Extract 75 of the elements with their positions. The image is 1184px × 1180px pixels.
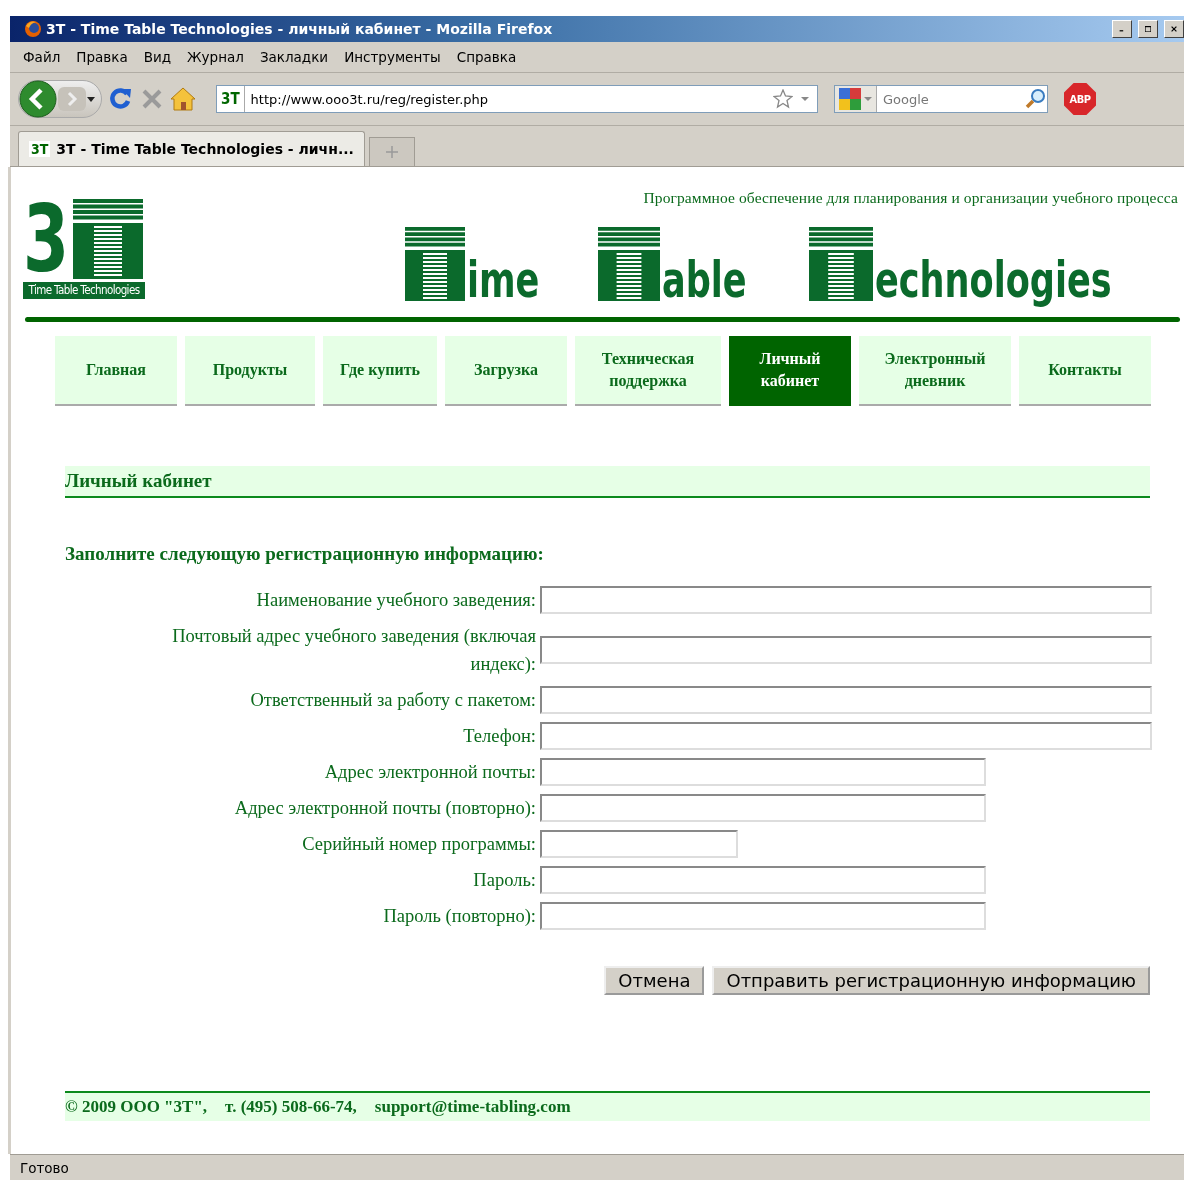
nav-tab[interactable]: Контакты bbox=[1019, 336, 1151, 406]
status-text: Готово bbox=[20, 1159, 69, 1176]
dropdown-caret-icon bbox=[864, 97, 872, 101]
menu-item[interactable]: Инструменты bbox=[339, 49, 452, 65]
adblock-button[interactable]: ABP bbox=[1064, 83, 1096, 115]
input-field[interactable] bbox=[540, 636, 1152, 664]
nav-tab[interactable]: Загрузка bbox=[445, 336, 567, 406]
banner-word: able bbox=[662, 257, 747, 303]
field-label: Пароль: bbox=[472, 869, 536, 892]
email-link[interactable]: support@time-tabling.com bbox=[374, 1093, 571, 1121]
menu-item[interactable]: Правка bbox=[71, 49, 139, 65]
window-title: 3T - Time Table Technologies - личный кабинет - Mozilla Firefox bbox=[46, 21, 554, 37]
site-icon: 3T bbox=[29, 141, 51, 157]
logo-drawing: 3 bbox=[23, 199, 145, 279]
browser-tab[interactable]: 3T 3T - Time Table Technologies - личн... bbox=[18, 131, 365, 166]
nav-tab[interactable]: Электронный дневник bbox=[859, 336, 1011, 406]
field-label: Адрес электронной почты (повторно): bbox=[233, 797, 536, 820]
field-label: Наименование учебного заведения: bbox=[255, 589, 536, 612]
input-field[interactable] bbox=[540, 586, 1152, 614]
nav-tab[interactable]: Где купить bbox=[323, 336, 437, 406]
field-label: Телефон: bbox=[462, 725, 536, 748]
field-label: Пароль (повторно): bbox=[382, 905, 536, 928]
address-field[interactable]: 3T http://www.ooo3t.ru/reg/register.php bbox=[216, 85, 818, 113]
menu-item[interactable]: Вид bbox=[138, 49, 183, 65]
field-label: Ответственный за работу с пакетом: bbox=[249, 689, 536, 712]
field-label: Адрес электронной почты: bbox=[323, 761, 536, 784]
striped-block-icon bbox=[808, 227, 873, 301]
striped-block-icon bbox=[73, 199, 143, 279]
section-title: Личный кабинет bbox=[65, 470, 212, 491]
phone-text: т. (495) 508-66-74, bbox=[225, 1096, 357, 1118]
search-field[interactable]: Google bbox=[877, 90, 1025, 108]
google-icon bbox=[839, 88, 861, 110]
banner-word: ime bbox=[467, 257, 540, 303]
submit-button[interactable]: Отправить регистрационную информацию bbox=[712, 966, 1150, 995]
field-label: Почтовый адрес учебного заведения (включая индекс): bbox=[171, 625, 536, 676]
firefox-logo-icon bbox=[24, 20, 42, 38]
tagline: Программное обеспечение для планирования и организации учебного процесса bbox=[643, 189, 1178, 207]
nav-tab[interactable]: Продукты bbox=[185, 336, 315, 406]
close-icon bbox=[1171, 24, 1177, 34]
input-field[interactable] bbox=[540, 758, 986, 786]
stop-icon[interactable] bbox=[140, 87, 164, 111]
minimize-button[interactable] bbox=[1112, 20, 1132, 38]
search-engine-button[interactable] bbox=[835, 86, 877, 112]
search-icon[interactable] bbox=[1025, 88, 1047, 110]
menu-item[interactable]: Закладки bbox=[254, 49, 340, 65]
field-label: Серийный номер программы: bbox=[301, 833, 536, 856]
menu-item[interactable]: Журнал bbox=[182, 49, 255, 65]
input-field[interactable] bbox=[540, 830, 738, 858]
nav-tab[interactable]: Личный кабинет bbox=[729, 336, 851, 406]
maximize-button[interactable] bbox=[1138, 20, 1158, 38]
back-icon[interactable] bbox=[19, 80, 57, 118]
cancel-button[interactable]: Отмена bbox=[604, 966, 705, 995]
input-field[interactable] bbox=[540, 794, 986, 822]
menu-item[interactable]: Файл bbox=[18, 49, 72, 65]
search-bar[interactable]: Google bbox=[834, 85, 1048, 113]
home-icon[interactable] bbox=[170, 86, 196, 112]
new-tab-button[interactable] bbox=[368, 137, 415, 166]
star-icon[interactable] bbox=[773, 89, 793, 109]
form-heading: Заполните следующую регистрационную информацию: bbox=[65, 543, 544, 564]
close-button[interactable] bbox=[1164, 20, 1184, 38]
striped-block-icon bbox=[598, 227, 661, 301]
input-field[interactable] bbox=[540, 902, 986, 930]
input-field[interactable] bbox=[540, 722, 1152, 750]
striped-block-icon bbox=[405, 227, 466, 301]
reload-icon[interactable] bbox=[108, 86, 134, 112]
menu-item[interactable]: Справка bbox=[451, 49, 528, 65]
nav-tab[interactable]: Главная bbox=[55, 336, 177, 406]
input-field[interactable] bbox=[540, 866, 986, 894]
copyright-text: © 2009 ООО "3Т", bbox=[65, 1096, 208, 1118]
nav-tab[interactable]: Техническая поддержка bbox=[575, 336, 721, 406]
plus-icon bbox=[385, 146, 398, 158]
dropdown-caret-icon[interactable] bbox=[87, 96, 95, 102]
input-field[interactable] bbox=[540, 686, 1152, 714]
logo-caption: Time Table Technologies bbox=[23, 282, 145, 299]
maximize-icon bbox=[1145, 24, 1151, 34]
